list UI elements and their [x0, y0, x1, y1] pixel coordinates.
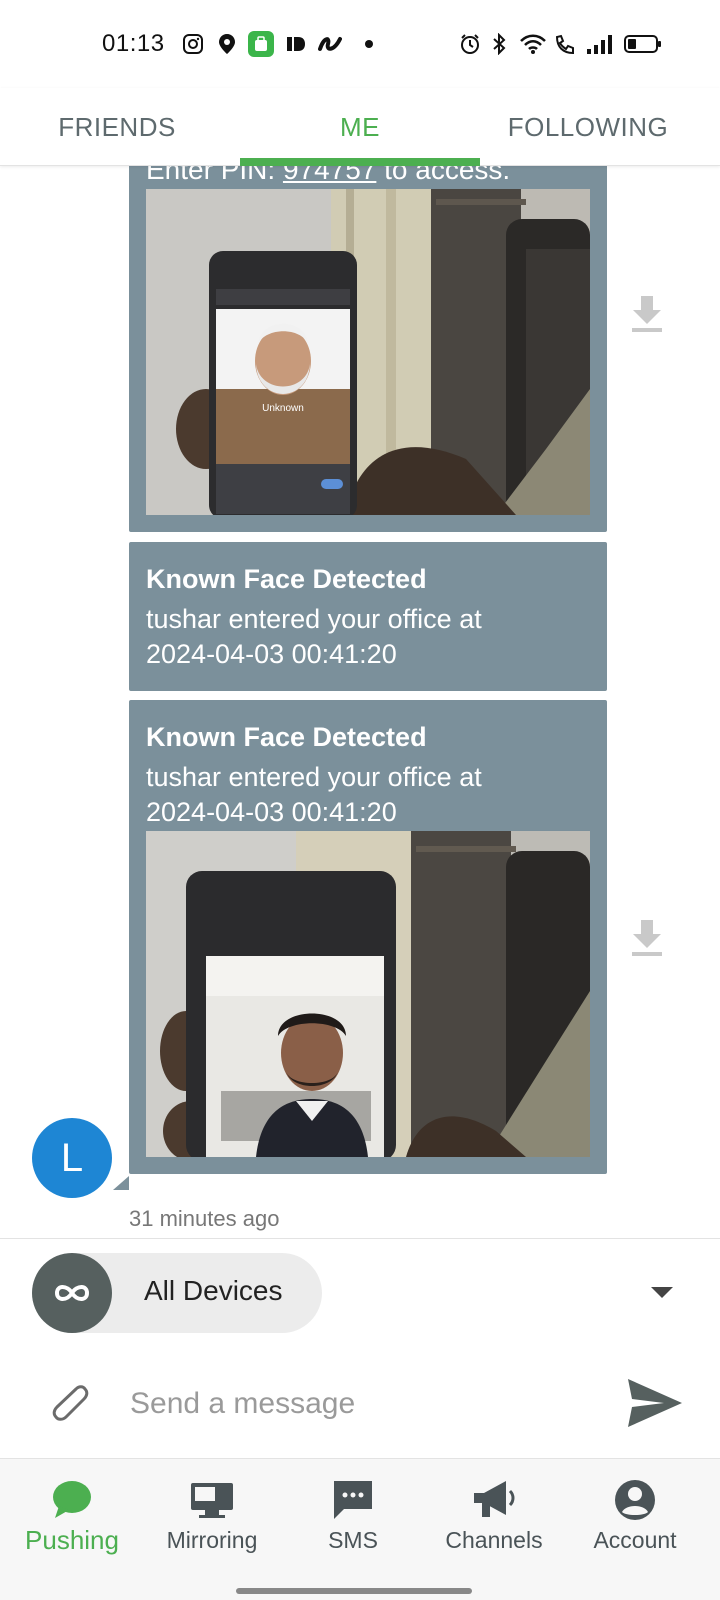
bubble-tail: [113, 1176, 129, 1190]
message-bubble[interactable]: Known Face Detected tushar entered your …: [129, 542, 607, 691]
download-icon[interactable]: [630, 294, 664, 334]
download-icon[interactable]: [630, 918, 664, 958]
nav-label: Channels: [445, 1527, 543, 1553]
message-bubble[interactable]: Enter PIN: 974757 to access. Unknown: [129, 166, 607, 532]
message-body-line1: tushar entered your office at: [146, 762, 482, 792]
account-icon: [612, 1477, 658, 1523]
bluetooth-icon: [487, 32, 511, 56]
tab-friends[interactable]: FRIENDS: [0, 88, 234, 166]
tab-me[interactable]: ME: [240, 88, 480, 166]
nav-sms[interactable]: SMS: [281, 1459, 425, 1600]
home-indicator[interactable]: [236, 1588, 472, 1594]
infinity-icon: [32, 1253, 112, 1333]
nav-account[interactable]: Account: [563, 1459, 707, 1600]
nav-pushing[interactable]: Pushing: [0, 1459, 144, 1600]
message-list[interactable]: Enter PIN: 974757 to access. Unknown Kno…: [0, 166, 720, 1238]
instagram-icon: [181, 32, 205, 56]
signal-icon: [584, 32, 614, 56]
maps-pin-icon: [215, 32, 239, 56]
camera-snapshot-image[interactable]: Unknown: [146, 189, 590, 515]
app-d-icon: [284, 32, 308, 56]
message-title: Known Face Detected: [146, 722, 427, 752]
nav-label: Account: [593, 1527, 677, 1553]
message-body-line2: 2024-04-03 00:41:20: [146, 797, 397, 827]
bottom-nav: Pushing Mirroring SMS Channels Account: [0, 1458, 720, 1600]
avatar[interactable]: L: [32, 1118, 112, 1198]
alarm-icon: [458, 32, 482, 56]
nav-channels[interactable]: Channels: [422, 1459, 566, 1600]
pin-code-link[interactable]: 974757: [283, 166, 376, 185]
wifi-icon: [518, 32, 548, 56]
app-swirl-icon: [318, 32, 342, 56]
message-body-line2: 2024-04-03 00:41:20: [146, 639, 397, 669]
message-timestamp: 31 minutes ago: [129, 1206, 280, 1231]
device-selector-label: All Devices: [144, 1275, 283, 1306]
pin-text: Enter PIN: 974757 to access.: [146, 166, 510, 186]
pin-prefix: Enter PIN:: [146, 166, 283, 185]
monitor-icon: [189, 1477, 235, 1523]
chat-bubble-icon: [49, 1477, 95, 1523]
notification-dot: [365, 40, 373, 48]
megaphone-icon: [471, 1477, 517, 1523]
image-overlay-label: Unknown: [262, 403, 304, 414]
sms-icon: [330, 1477, 376, 1523]
nav-label: Mirroring: [166, 1527, 258, 1553]
device-selector[interactable]: All Devices: [32, 1253, 322, 1333]
active-tab-indicator: [240, 158, 480, 166]
message-bubble[interactable]: Known Face Detected tushar entered your …: [129, 700, 607, 1174]
app-green-icon: [248, 31, 274, 57]
status-time: 01:13: [102, 30, 165, 57]
nav-label: SMS: [328, 1527, 378, 1553]
wifi-call-icon: [553, 32, 577, 56]
message-body-line1: tushar entered your office at: [146, 604, 482, 634]
paperclip-icon[interactable]: [46, 1377, 94, 1425]
nav-label: Pushing: [25, 1525, 119, 1555]
compose-area: All Devices: [0, 1238, 720, 1488]
message-input[interactable]: [130, 1379, 600, 1429]
camera-snapshot-image[interactable]: [146, 831, 590, 1157]
chevron-down-icon[interactable]: [651, 1287, 673, 1298]
top-tab-bar: FRIENDS ME FOLLOWING: [0, 88, 720, 166]
status-bar: 01:13: [0, 0, 720, 88]
send-icon[interactable]: [626, 1377, 684, 1429]
battery-icon: [624, 32, 662, 56]
tab-following[interactable]: FOLLOWING: [476, 88, 700, 166]
nav-mirroring[interactable]: Mirroring: [140, 1459, 284, 1600]
pin-suffix: to access.: [376, 166, 511, 185]
message-title: Known Face Detected: [146, 564, 427, 594]
